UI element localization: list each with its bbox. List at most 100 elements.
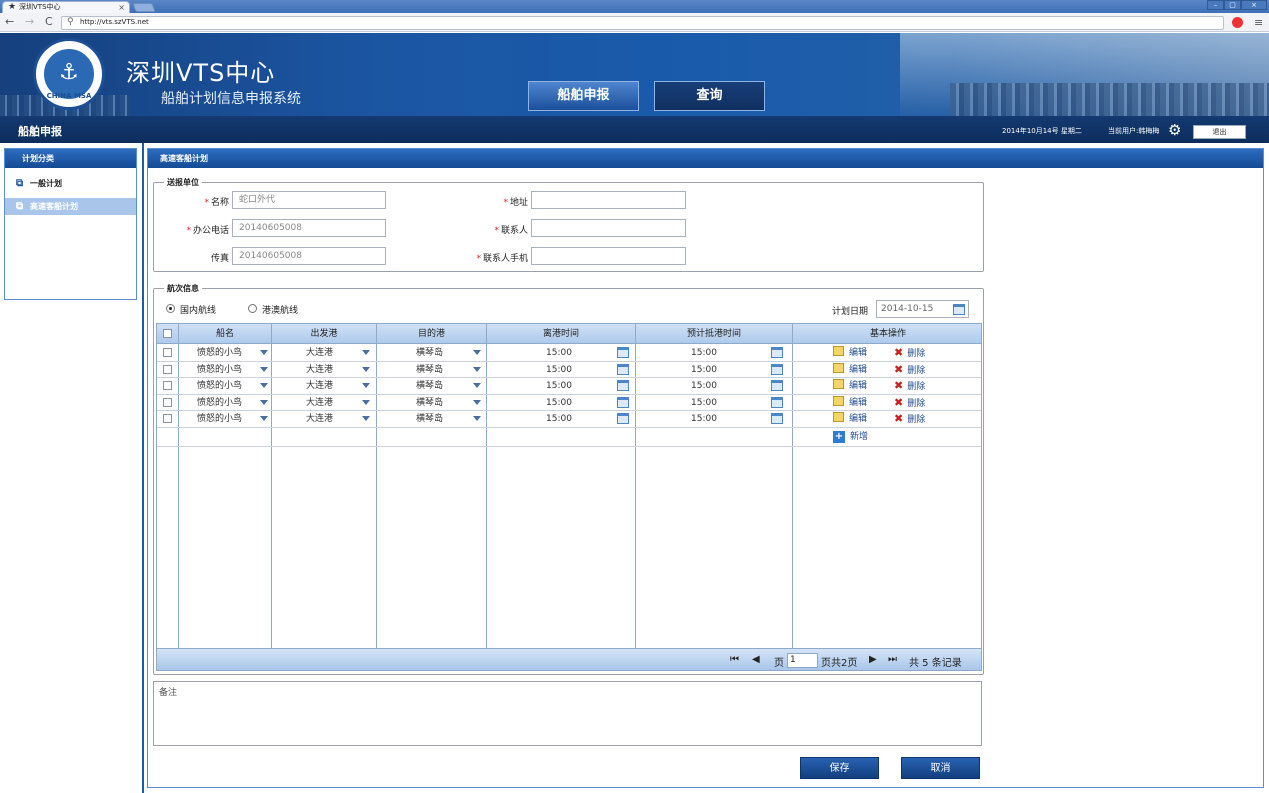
prev-page-icon[interactable]: ◀ [752,654,760,665]
row-checkbox[interactable] [163,348,172,357]
save-button[interactable]: 保存 [800,757,879,779]
calendar-icon[interactable] [771,413,783,424]
new-tab-button[interactable] [132,3,156,12]
departure-time-field[interactable]: 15:00 [546,395,572,411]
row-checkbox[interactable] [163,364,172,374]
cancel-button[interactable]: 取消 [901,757,980,779]
departure-port-select[interactable]: 大连港 [306,378,333,394]
plan-date-field[interactable]: 2014-10-15 [876,300,969,318]
address-field[interactable] [531,191,686,209]
contact-mobile-field[interactable] [531,247,686,265]
name-field[interactable]: 蛇口外代 [232,191,386,209]
menu-icon[interactable]: ≡ [1254,16,1263,29]
back-arrow-icon[interactable]: ← [5,15,14,28]
office-phone-field[interactable]: 20140605008 [232,219,386,237]
ship-name-select[interactable]: 愤怒的小鸟 [197,378,242,394]
sidebar-item-highspeed-plan[interactable]: ⧉ 高速客船计划 [5,198,136,215]
page-number-input[interactable]: 1 [787,653,818,668]
departure-time-field[interactable]: 15:00 [546,411,572,427]
calendar-icon[interactable] [771,396,783,408]
contact-field[interactable] [531,219,686,237]
eta-field[interactable]: 15:00 [691,411,717,427]
departure-time-field[interactable]: 15:00 [546,345,572,361]
extension-icon[interactable] [1232,17,1243,28]
chevron-down-icon[interactable] [362,399,370,405]
delete-button[interactable]: ✖ 删除 [894,395,925,411]
row-checkbox[interactable] [163,414,172,423]
calendar-icon[interactable] [617,347,629,358]
destination-port-select[interactable]: 横琴岛 [416,411,443,427]
departure-port-select[interactable]: 大连港 [306,345,333,361]
forward-arrow-icon[interactable]: → [25,15,34,28]
nav-tab-query[interactable]: 查询 [654,81,765,111]
edit-button[interactable]: 编辑 [833,411,867,427]
browser-tab[interactable]: ★ 深圳VTS中心 × [2,1,130,13]
chevron-down-icon[interactable] [473,399,481,405]
remark-textarea[interactable]: 备注 [153,681,982,746]
chevron-down-icon[interactable] [473,383,481,388]
delete-button[interactable]: ✖ 删除 [894,378,925,394]
chevron-down-icon[interactable] [362,383,370,388]
ship-name-select[interactable]: 愤怒的小鸟 [197,395,242,411]
calendar-icon[interactable] [617,396,629,408]
ship-name-select[interactable]: 愤怒的小鸟 [197,411,242,427]
calendar-icon[interactable] [617,363,629,375]
calendar-icon[interactable] [771,347,783,358]
calendar-icon[interactable] [953,304,965,315]
chevron-down-icon[interactable] [362,350,370,355]
eta-field[interactable]: 15:00 [691,345,717,361]
departure-port-select[interactable]: 大连港 [306,411,333,427]
radio-hkmacau-route[interactable]: 港澳航线 [248,303,298,316]
last-page-icon[interactable]: ⏭ [888,654,897,665]
delete-button[interactable]: ✖ 删除 [894,362,925,378]
departure-port-select[interactable]: 大连港 [306,395,333,411]
eta-field[interactable]: 15:00 [691,362,717,378]
edit-button[interactable]: 编辑 [833,395,867,411]
row-checkbox[interactable] [163,397,172,407]
destination-port-select[interactable]: 横琴岛 [416,395,443,411]
destination-port-select[interactable]: 横琴岛 [416,362,443,378]
chevron-down-icon[interactable] [473,416,481,421]
tab-close-icon[interactable]: × [118,2,125,13]
edit-button[interactable]: 编辑 [833,378,867,394]
window-minimize-button[interactable]: – [1207,0,1224,10]
edit-button[interactable]: 编辑 [833,362,867,378]
window-maximize-button[interactable]: ▢ [1224,0,1241,10]
calendar-icon[interactable] [771,380,783,391]
gear-icon[interactable]: ⚙ [1168,121,1181,139]
nav-tab-declare[interactable]: 船舶申报 [528,81,639,111]
chevron-down-icon[interactable] [473,366,481,372]
departure-port-select[interactable]: 大连港 [306,362,333,378]
chevron-down-icon[interactable] [260,416,268,421]
chevron-down-icon[interactable] [260,399,268,405]
destination-port-select[interactable]: 横琴岛 [416,345,443,361]
delete-button[interactable]: ✖ 删除 [894,411,925,427]
departure-time-field[interactable]: 15:00 [546,378,572,394]
select-all-checkbox[interactable] [163,329,172,338]
reload-icon[interactable]: C [45,15,53,28]
chevron-down-icon[interactable] [260,350,268,355]
departure-time-field[interactable]: 15:00 [546,362,572,378]
ship-name-select[interactable]: 愤怒的小鸟 [197,362,242,378]
window-close-button[interactable]: × [1241,0,1267,10]
delete-button[interactable]: ✖ 删除 [894,345,925,361]
first-page-icon[interactable]: ⏮ [730,654,739,665]
eta-field[interactable]: 15:00 [691,378,717,394]
fax-field[interactable]: 20140605008 [232,247,386,265]
calendar-icon[interactable] [617,380,629,391]
destination-port-select[interactable]: 横琴岛 [416,378,443,394]
chevron-down-icon[interactable] [362,366,370,372]
calendar-icon[interactable] [617,413,629,424]
row-checkbox[interactable] [163,381,172,390]
calendar-icon[interactable] [771,363,783,375]
chevron-down-icon[interactable] [473,350,481,355]
logout-button[interactable]: 退出 [1193,125,1246,139]
chevron-down-icon[interactable] [260,366,268,372]
chevron-down-icon[interactable] [362,416,370,421]
add-button[interactable]: + 新增 [833,429,868,445]
eta-field[interactable]: 15:00 [691,395,717,411]
sidebar-item-general-plan[interactable]: ⧉ 一般计划 [5,175,136,192]
chevron-down-icon[interactable] [260,383,268,388]
radio-domestic-route[interactable]: 国内航线 [166,303,216,316]
address-bar[interactable]: ⚲ http://vts.szVTS.net [61,16,1224,30]
